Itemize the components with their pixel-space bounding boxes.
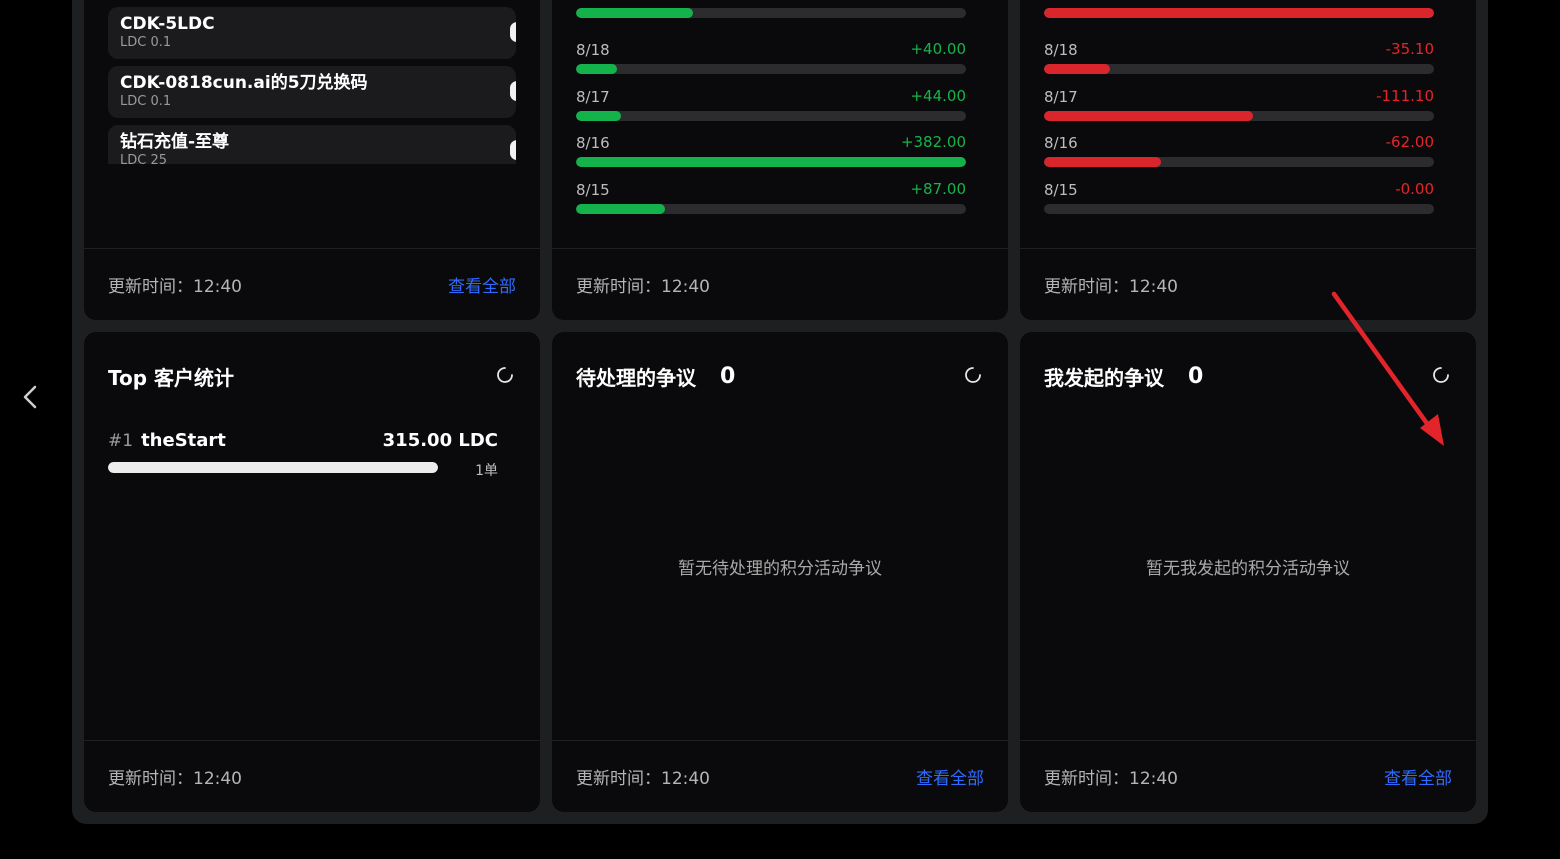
product-price: LDC 0.1 [120,35,172,50]
view-all-link[interactable]: 查看全部 [1384,764,1452,789]
bar-fill [1044,64,1111,74]
products-card: CDK-5LDC LDC 0.1 CDK-0818cun.ai的5刀兑换码 LD… [84,0,540,320]
bar-date: 8/15 [576,181,610,199]
bar-value: +44.00 [910,87,966,105]
bar-track [1044,111,1434,121]
bar-value: -0.00 [1395,180,1434,198]
card-title-text: Top 客户统计 [108,366,235,390]
card-footer: 更新时间：12:40 [552,248,1008,320]
bar-track [576,64,966,74]
bar-value: +40.00 [910,40,966,58]
chevron-left-icon [23,385,37,409]
bar-row: 8/17 -111.10 [1044,87,1434,121]
card-title-text: 我发起的争议 [1044,366,1164,390]
card-footer: 更新时间：12:40 查看全部 [1020,740,1476,812]
customer-bar-fill [108,462,438,473]
customer-name: theStart [141,430,226,451]
product-item[interactable]: CDK-5LDC LDC 0.1 [108,7,516,59]
view-all-link[interactable]: 查看全部 [916,764,984,789]
expense-card: 8/18 -35.10 8/17 -111.10 8/16 -62.00 8/15 -0.00… [1020,0,1476,320]
bar-row: 8/16 +382.00 [576,133,966,167]
bar-fill [1044,8,1434,18]
bar-track [576,157,966,167]
product-price: LDC 25 [120,153,168,164]
product-name: CDK-5LDC [120,14,215,34]
product-item[interactable]: CDK-0818cun.ai的5刀兑换码 LDC 0.1 [108,66,516,118]
bar-track [1044,8,1434,18]
card-footer: 更新时间：12:40 [84,740,540,812]
update-time: 更新时间：12:40 [576,277,710,297]
bar-value: -62.00 [1385,133,1434,151]
product-price: LDC 0.1 [120,94,172,109]
top-customers-card: Top 客户统计 #1 theStart 315.00 LDC 1单 更新时间：1… [84,332,540,812]
bar-value: -111.10 [1376,87,1434,105]
bar-value: +87.00 [910,180,966,198]
bar-track [1044,64,1434,74]
update-time: 更新时间：12:40 [108,769,242,789]
product-toggle[interactable] [510,22,516,42]
empty-state-text: 暂无我发起的积分活动争议 [1146,559,1350,579]
update-time: 更新时间：12:40 [108,277,242,297]
bar-track [576,8,966,18]
customer-orders: 1单 [475,463,498,479]
card-footer: 更新时间：12:40 查看全部 [84,248,540,320]
bar-fill [576,111,621,121]
bar-value: +382.00 [900,133,966,151]
product-list: CDK-5LDC LDC 0.1 CDK-0818cun.ai的5刀兑换码 LD… [108,0,516,164]
card-title: 待处理的争议 0 [576,362,735,391]
bar-date: 8/17 [576,88,610,106]
bar-fill [1044,157,1161,167]
bar-date: 8/16 [576,134,610,152]
previous-page-button[interactable] [16,380,44,414]
refresh-icon[interactable] [964,366,982,384]
bar-value: -35.10 [1385,40,1434,58]
dispute-count: 0 [1188,364,1204,389]
pending-disputes-card: 待处理的争议 0 暂无待处理的积分活动争议 更新时间：12:40 查看全部 [552,332,1008,812]
bar-date: 8/15 [1044,181,1078,199]
customer-amount: 315.00 LDC [382,430,498,451]
update-time: 更新时间：12:40 [576,769,710,789]
update-time: 更新时间：12:40 [1044,277,1178,297]
bar-row: 8/15 -0.00 [1044,180,1434,214]
product-toggle[interactable] [510,81,516,101]
bar-row: 8/16 -62.00 [1044,133,1434,167]
card-footer: 更新时间：12:40 查看全部 [552,740,1008,812]
update-time: 更新时间：12:40 [1044,769,1178,789]
empty-state-text: 暂无待处理的积分活动争议 [678,559,882,579]
bar-track [576,204,966,214]
bar-fill [576,204,665,214]
dispute-count: 0 [720,364,736,389]
bar-fill [576,64,617,74]
card-title: 我发起的争议 0 [1044,362,1203,391]
card-title-text: 待处理的争议 [576,366,696,390]
product-toggle[interactable] [510,140,516,160]
bar-row: 8/18 +40.00 [576,40,966,74]
product-name: 钻石充值-至尊 [120,132,230,152]
customer-bar-track [108,462,438,473]
bar-track [1044,204,1434,214]
bar-track [576,111,966,121]
bar-date: 8/18 [576,41,610,59]
bar-row: 8/18 -35.10 [1044,40,1434,74]
bar-date: 8/18 [1044,41,1078,59]
product-item[interactable]: 钻石充值-至尊 LDC 25 [108,125,516,164]
view-all-link[interactable]: 查看全部 [448,272,516,297]
bar-fill [576,157,966,167]
bar-row: 8/17 +44.00 [576,87,966,121]
refresh-icon[interactable] [496,366,514,384]
bar-date: 8/16 [1044,134,1078,152]
bar-row: 8/15 +87.00 [576,180,966,214]
bar-fill [576,8,693,18]
income-card: 8/18 +40.00 8/17 +44.00 8/16 +382.00 8/15 +87.0… [552,0,1008,320]
bar-fill [1044,111,1253,121]
red-arrow-annotation [1331,291,1444,446]
product-name: CDK-0818cun.ai的5刀兑换码 [120,73,368,93]
customer-rank: #1 [108,431,134,451]
card-title: Top 客户统计 [108,362,234,391]
customer-row: #1 theStart 315.00 LDC 1单 [108,430,498,479]
bar-date: 8/17 [1044,88,1078,106]
bar-track [1044,157,1434,167]
